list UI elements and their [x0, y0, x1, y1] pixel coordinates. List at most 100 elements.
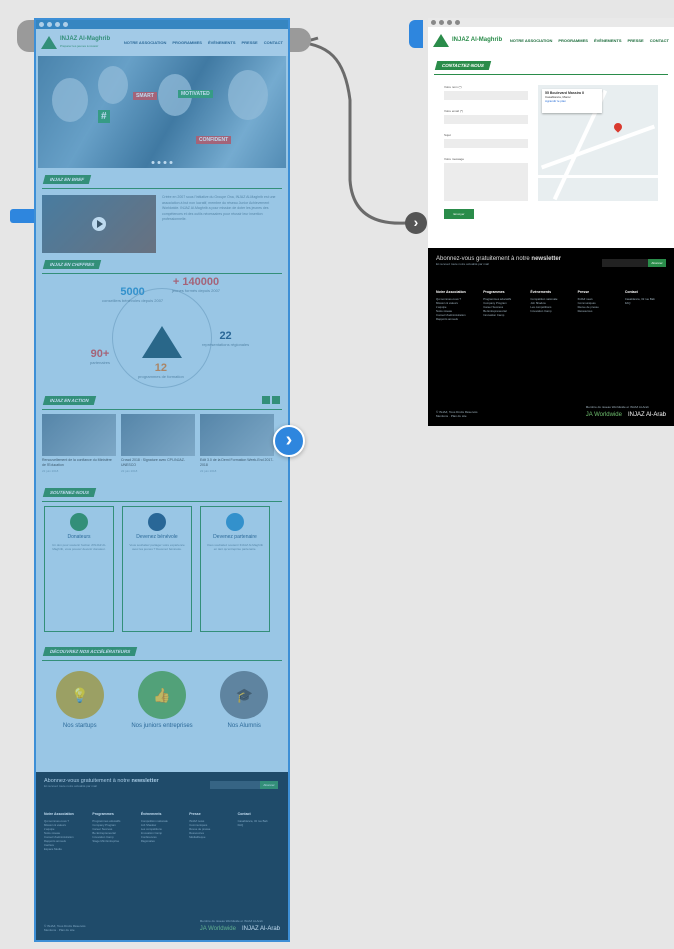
prev-arrow-icon[interactable]	[262, 395, 270, 404]
about-video[interactable]	[42, 195, 156, 253]
window-dot	[39, 22, 44, 27]
section-title: INJAZ EN ACTION	[42, 396, 97, 405]
injaz-al-arab-logo[interactable]: INJAZ Al-Arab	[628, 412, 666, 418]
hero-person	[98, 66, 128, 104]
home-page-screen[interactable]: INJAZ Al-Maghrib Préparer les jeunes à r…	[34, 18, 290, 942]
handshake-icon	[226, 513, 244, 531]
about-section: INJAZ EN BREF Créée en 2007 sous l'initi…	[36, 168, 288, 253]
accelerator-alumni[interactable]: 🎓 Nos Alumnis	[220, 671, 269, 729]
legal-links[interactable]: Mentions · Plan du site	[436, 414, 478, 418]
injaz-al-arab-logo[interactable]: INJAZ Al-Arab	[242, 926, 280, 932]
footer-columns: Notre Association Qui sommes-nous ? Missio…	[44, 812, 280, 851]
carousel-dots[interactable]	[151, 161, 173, 164]
contact-form: Votre nom (*) Votre email (*) Sujet Votr…	[428, 85, 674, 219]
site-header: INJAZ Al-Maghrib NOTRE ASSOCIATION PROGR…	[428, 27, 674, 54]
window-dot	[455, 20, 460, 25]
lightbulb-icon: 💡	[55, 671, 104, 719]
stat-programs: 12 programmes de formation	[138, 362, 184, 379]
map-pin-icon[interactable]	[612, 121, 624, 133]
newsletter-email-input[interactable]	[210, 781, 260, 789]
footer-link[interactable]: Espace Media	[44, 847, 86, 851]
section-title: CONTACTEZ-NOUS	[434, 61, 492, 70]
support-card-donors[interactable]: Donateurs Un don pour soutenir l'action d…	[44, 506, 114, 632]
stat-regions: 22 représentations régionales	[202, 330, 250, 347]
accelerators-section: DÉCOUVREZ NOS ACCÉLÉRATEURS 💡 Nos startup…	[36, 640, 288, 729]
support-card-partner[interactable]: Devenez partenaire Vous souhaitez souteni…	[200, 506, 270, 632]
browser-bar	[36, 20, 288, 29]
logo[interactable]: INJAZ Al-Maghrib Préparer les jeunes à r…	[60, 36, 110, 50]
newsletter-form: Abonner	[210, 781, 278, 789]
nav-item-contact[interactable]: CONTACT	[264, 40, 283, 45]
browser-bar	[428, 18, 674, 27]
window-dot	[431, 20, 436, 25]
name-field[interactable]	[444, 91, 528, 100]
logo-icon	[41, 36, 57, 49]
enlarge-map-link[interactable]: Agrandir le plan	[545, 99, 566, 103]
subscribe-button[interactable]: Abonner	[260, 781, 278, 789]
logo[interactable]: INJAZ Al-Maghrib	[452, 37, 502, 44]
news-section: INJAZ EN ACTION Renouvellement de la con…	[36, 390, 288, 473]
figures-section: INJAZ EN CHIFFRES 5000 conseillers bénévo…	[36, 253, 288, 390]
graduation-cap-icon: 🎓	[220, 671, 269, 719]
subject-field[interactable]	[444, 139, 528, 148]
subscribe-button[interactable]: Abonner	[648, 259, 666, 267]
volunteer-icon	[148, 513, 166, 531]
play-icon[interactable]	[92, 217, 106, 231]
field-label: Votre message	[444, 157, 465, 161]
window-dot	[55, 22, 60, 27]
incoming-link-marker[interactable]: ›	[405, 212, 427, 234]
nav-item-presse[interactable]: PRESSE	[242, 40, 258, 45]
main-nav: NOTRE ASSOCIATION PROGRAMMES ÉVÈNEMENTS …	[124, 40, 283, 45]
nav-item-evenements[interactable]: ÉVÈNEMENTS	[594, 38, 622, 43]
newsletter-email-input[interactable]	[602, 259, 648, 267]
nav-item-association[interactable]: NOTRE ASSOCIATION	[124, 40, 166, 45]
nav-item-presse[interactable]: PRESSE	[628, 38, 644, 43]
link-handle-left[interactable]	[10, 209, 34, 223]
ja-worldwide-logo[interactable]: JA Worldwide	[200, 926, 236, 932]
news-card[interactable]: Edit 3.0 de la Demi Formation Week-End 2…	[200, 414, 274, 473]
window-dot	[63, 22, 68, 27]
section-title: SOUTENEZ-NOUS	[42, 488, 97, 497]
footer-link[interactable]: Médiathèque	[189, 835, 231, 839]
logo-name: INJAZ Al-Maghrib	[60, 35, 111, 42]
news-card[interactable]: Renouvellement de la confiance du Minist…	[42, 414, 116, 473]
nav-item-programmes[interactable]: PROGRAMMES	[558, 38, 588, 43]
window-dot	[439, 20, 444, 25]
accelerator-startups[interactable]: 💡 Nos startups	[55, 671, 104, 729]
contact-page-screen[interactable]: INJAZ Al-Maghrib NOTRE ASSOCIATION PROGR…	[428, 18, 674, 426]
support-section: SOUTENEZ-NOUS Donateurs Un don pour soute…	[36, 481, 288, 632]
news-card[interactable]: Crowd 2018 : Signature avec CPI-INJAZ-UN…	[121, 414, 195, 473]
footer-link[interactable]: Stage Mini Entreprise	[92, 839, 134, 843]
hero-person	[228, 70, 268, 120]
hero-sign: CONFIDENT	[196, 136, 232, 144]
footer-link[interactable]: Régionales	[141, 839, 183, 843]
ja-worldwide-logo[interactable]: JA Worldwide	[586, 412, 622, 418]
link-handle-right[interactable]	[409, 20, 423, 48]
logo-icon	[433, 34, 449, 47]
location-map[interactable]: 55 Boulevard Massira II Casablanca, Maro…	[538, 85, 658, 201]
accelerator-juniors[interactable]: 👍 Nos juniors entreprises	[131, 671, 193, 729]
hero-banner[interactable]: # CONFIDENT SMART MOTIVATED	[38, 56, 286, 168]
member-note: Membre du réseau Worldwide et INJAZ Al-A…	[199, 919, 263, 923]
section-title: DÉCOUVREZ NOS ACCÉLÉRATEURS	[42, 647, 138, 656]
site-footer: Abonnez-vous gratuitement à notre newsle…	[36, 772, 288, 940]
nav-item-programmes[interactable]: PROGRAMMES	[172, 40, 202, 45]
message-field[interactable]	[444, 163, 528, 201]
legal-links[interactable]: Mentions · Plan du site	[44, 928, 86, 932]
main-nav: NOTRE ASSOCIATION PROGRAMMES ÉVÈNEMENTS …	[510, 38, 669, 43]
send-button[interactable]: Envoyer	[444, 209, 474, 219]
footer-link[interactable]: FAQ	[238, 823, 280, 827]
next-arrow-icon[interactable]	[272, 395, 280, 404]
logo-tagline: Préparer les jeunes à réussir	[60, 43, 99, 48]
window-dot	[47, 22, 52, 27]
section-title: INJAZ EN BREF	[42, 175, 92, 184]
support-card-volunteer[interactable]: Devenez bénévole Vous souhaitez partager …	[122, 506, 192, 632]
site-header: INJAZ Al-Maghrib Préparer les jeunes à r…	[36, 29, 288, 56]
nav-item-evenements[interactable]: ÉVÈNEMENTS	[208, 40, 236, 45]
map-info-card: 55 Boulevard Massira II Casablanca, Maro…	[542, 89, 602, 113]
email-field[interactable]	[444, 115, 528, 124]
field-label: Votre nom (*)	[444, 85, 462, 89]
nav-item-contact[interactable]: CONTACT	[650, 38, 669, 43]
next-screen-link[interactable]: ›	[273, 425, 305, 457]
nav-item-association[interactable]: NOTRE ASSOCIATION	[510, 38, 552, 43]
